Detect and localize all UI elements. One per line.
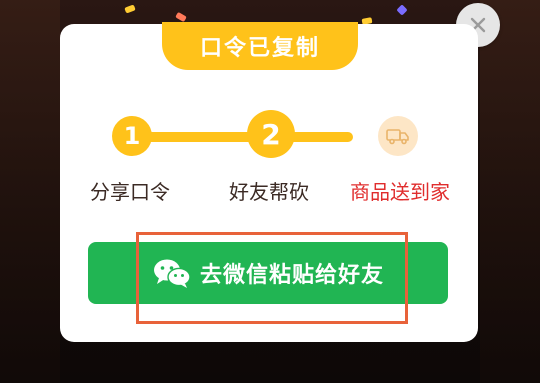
delivery-truck-icon — [386, 129, 409, 145]
step-3-circle — [378, 116, 418, 156]
background-right — [480, 0, 540, 383]
confetti-piece — [124, 4, 136, 14]
wechat-icon — [152, 257, 192, 289]
share-dialog: 口令已复制 1 2 分享口令 好友帮砍 商品送到家 去微信粘贴给好友 — [60, 22, 478, 342]
paste-to-wechat-label: 去微信粘贴给好友 — [199, 263, 384, 288]
copied-banner-text: 口令已复制 — [199, 36, 320, 61]
step-2-label: 好友帮砍 — [229, 180, 309, 204]
paste-to-wechat-button[interactable]: 去微信粘贴给好友 — [88, 242, 448, 304]
progress-line — [133, 132, 353, 142]
step-3-label: 商品送到家 — [350, 180, 450, 204]
step-2-number: 2 — [261, 117, 281, 151]
copied-banner: 口令已复制 — [162, 22, 358, 70]
background-left — [0, 0, 60, 383]
confetti-piece — [175, 11, 187, 23]
step-1-label: 分享口令 — [90, 180, 170, 204]
confetti-piece — [396, 4, 408, 16]
step-1-number: 1 — [123, 122, 141, 150]
step-2-circle: 2 — [247, 110, 295, 158]
step-1-circle: 1 — [112, 116, 152, 156]
